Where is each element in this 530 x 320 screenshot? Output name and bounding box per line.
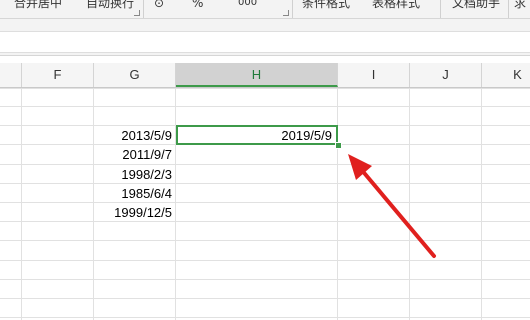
number-launcher-icon[interactable]	[283, 10, 289, 16]
ribbon-separator	[440, 0, 441, 18]
number-format-icon[interactable]: ⊙	[154, 0, 164, 10]
column-header-i[interactable]: I	[338, 63, 410, 87]
formula-bar-area	[0, 19, 530, 56]
document-assistant-button[interactable]: 文档助手	[452, 0, 500, 10]
column-header-j[interactable]: J	[410, 63, 482, 87]
ribbon-item-cut[interactable]: 求	[514, 0, 526, 10]
conditional-format-button[interactable]: 条件格式	[302, 0, 350, 10]
red-arrow-icon	[348, 154, 436, 258]
column-header-k[interactable]: K	[482, 63, 530, 87]
alignment-launcher-icon[interactable]	[134, 10, 140, 16]
wrap-text-button[interactable]: 自动换行	[86, 0, 134, 10]
column-header-f[interactable]: F	[22, 63, 94, 87]
ribbon-toolbar: 合并居中 自动换行 ⊙ % 000 条件格式 表格样式 文档助手 求	[0, 0, 530, 19]
column-header-row: F G H I J K	[0, 63, 530, 88]
thousands-separator-button[interactable]: 000	[238, 0, 257, 10]
merge-center-button[interactable]: 合并居中	[14, 0, 62, 10]
column-header-e-partial[interactable]	[0, 63, 22, 87]
ribbon-separator	[143, 0, 144, 18]
ribbon-separator	[292, 0, 293, 18]
column-header-g[interactable]: G	[94, 63, 176, 87]
percent-style-button[interactable]: %	[192, 0, 203, 10]
formula-input[interactable]	[0, 31, 530, 53]
column-header-h[interactable]: H	[176, 63, 338, 87]
table-style-button[interactable]: 表格样式	[372, 0, 420, 10]
spreadsheet-grid[interactable]: 2013/5/9 2011/9/7 1998/2/3 1985/6/4 1999…	[0, 88, 530, 320]
ribbon-separator	[508, 0, 509, 18]
